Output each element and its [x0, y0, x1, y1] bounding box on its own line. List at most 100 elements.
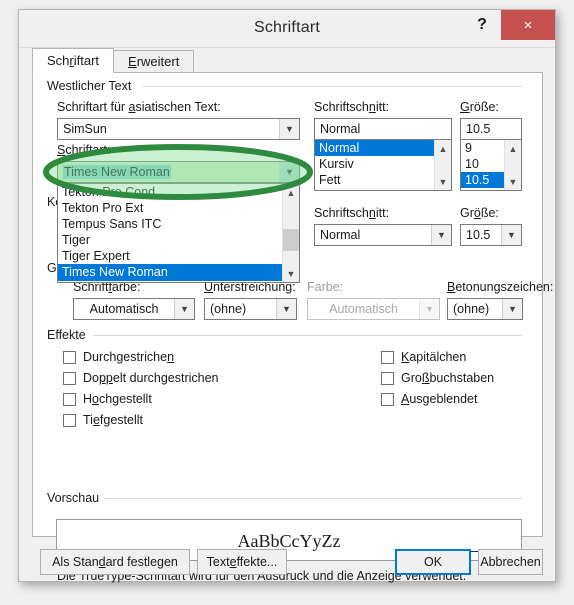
scroll-down-icon[interactable]: ▼ — [283, 265, 299, 282]
checkbox-durchgestrichen[interactable]: Durchgestrichen — [63, 350, 174, 364]
tab-schriftart-label: Schriftart — [47, 53, 100, 68]
style-list-item[interactable]: Kursiv — [315, 156, 434, 172]
checkbox-box[interactable] — [381, 350, 394, 364]
ok-button[interactable]: OK — [395, 549, 471, 575]
underline-value: (ohne) — [210, 302, 247, 316]
checkbox-label: Großbuchstaben — [401, 371, 495, 385]
asian-font-value: SimSun — [63, 122, 107, 136]
size-list-items: 9 10 10.5 — [461, 140, 504, 190]
chevron-down-icon[interactable]: ▼ — [431, 225, 451, 245]
scroll-up-icon[interactable]: ▲ — [435, 140, 451, 157]
emphasis-combo[interactable]: (ohne) ▼ — [447, 298, 523, 320]
checkbox-tiefgestellt[interactable]: Tiefgestellt — [63, 413, 143, 427]
font-dropdown-items: Tekton Pro Cond Tekton Pro Ext Tempus Sa… — [58, 184, 282, 282]
emphasis-value: (ohne) — [453, 302, 490, 316]
checkbox-label: Hochgestellt — [83, 392, 152, 406]
group-label-preview: Vorschau — [47, 491, 106, 505]
underline-combo[interactable]: (ohne) ▼ — [204, 298, 297, 320]
scroll-up-icon[interactable]: ▲ — [283, 184, 299, 201]
font-combo[interactable]: Times New Roman ▼ — [57, 161, 300, 183]
font-list-item[interactable]: Tekton Pro Ext — [58, 200, 282, 216]
set-default-button[interactable]: Als Standard festlegen — [40, 549, 190, 575]
close-button[interactable]: × — [501, 10, 555, 40]
chevron-down-icon[interactable]: ▼ — [174, 299, 194, 319]
style-listbox[interactable]: Normal Kursiv Fett ▲ ▼ — [314, 139, 452, 191]
style-combo-value: Normal — [320, 228, 361, 242]
checkbox-grossbuchstaben[interactable]: Großbuchstaben — [381, 371, 494, 385]
checkbox-box[interactable] — [63, 350, 76, 364]
checkbox-box[interactable] — [381, 392, 394, 406]
size-combo[interactable]: 10.5 ▼ — [460, 224, 522, 246]
font-list-item[interactable]: Tempus Sans ITC — [58, 216, 282, 232]
checkbox-label: Durchgestrichen — [83, 350, 175, 364]
size-list-item[interactable]: 10 — [461, 156, 504, 172]
scroll-down-icon[interactable]: ▼ — [505, 173, 521, 190]
font-dialog: Schriftart ? × Schriftart Erweitert West… — [18, 9, 556, 583]
chevron-down-icon[interactable]: ▼ — [501, 225, 521, 245]
checkbox-doppelt-durchgestrichen[interactable]: Doppelt durchgestrichen — [63, 371, 219, 385]
font-tab-panel: Westlicher Text Schriftart für asiatisch… — [32, 72, 553, 583]
underline-color-value: Automatisch — [329, 302, 398, 316]
style-list-scrollbar[interactable]: ▲ ▼ — [434, 140, 451, 190]
scrollbar-thumb[interactable] — [283, 229, 299, 251]
tab-erweitert-label: Erweitert — [128, 54, 180, 69]
font-combo-value: Times New Roman — [58, 162, 279, 182]
font-list-item[interactable]: Tiger — [58, 232, 282, 248]
help-button[interactable]: ? — [465, 10, 499, 40]
checkbox-box[interactable] — [63, 392, 76, 406]
style-list-item[interactable]: Normal — [315, 140, 434, 156]
font-dropdown-list[interactable]: Tekton Pro Cond Tekton Pro Ext Tempus Sa… — [57, 183, 300, 283]
checkbox-box[interactable] — [63, 371, 76, 385]
group-label-effects: Effekte — [47, 328, 92, 342]
font-combo-selected-text: Times New Roman — [63, 165, 171, 179]
size-list-scrollbar[interactable]: ▲ ▼ — [504, 140, 521, 190]
checkbox-hochgestellt[interactable]: Hochgestellt — [63, 392, 152, 406]
label-font: Schriftart: — [57, 143, 111, 157]
checkbox-label: Doppelt durchgestrichen — [83, 371, 219, 385]
set-default-label: Als Standard festlegen — [52, 555, 178, 569]
size-list-item[interactable]: 10.5 — [461, 172, 504, 188]
font-list-item[interactable]: Tiger Expert — [58, 248, 282, 264]
size-list-item[interactable]: 9 — [461, 140, 504, 156]
chevron-down-icon[interactable]: ▼ — [279, 162, 299, 182]
checkbox-label: Kapitälchen — [401, 350, 467, 364]
chevron-down-icon[interactable]: ▼ — [502, 299, 522, 319]
font-list-item[interactable]: Tekton Pro Cond — [58, 184, 282, 200]
title-bar: Schriftart ? × — [19, 10, 555, 48]
style-list-item[interactable]: Fett — [315, 172, 434, 188]
checkbox-kapitaelchen[interactable]: Kapitälchen — [381, 350, 466, 364]
font-list-scrollbar[interactable]: ▲ ▼ — [282, 184, 299, 282]
chevron-down-icon: ▼ — [419, 299, 439, 319]
group-label-western: Westlicher Text — [47, 79, 138, 93]
tab-schriftart[interactable]: Schriftart — [32, 48, 115, 73]
font-color-combo[interactable]: Automatisch ▼ — [73, 298, 195, 320]
style-combo[interactable]: Normal ▼ — [314, 224, 452, 246]
scroll-up-icon[interactable]: ▲ — [505, 140, 521, 157]
underline-color-combo: Automatisch ▼ — [307, 298, 440, 320]
scroll-down-icon[interactable]: ▼ — [435, 173, 451, 190]
label-size-bottom: Größe: — [460, 206, 499, 220]
asian-font-combo[interactable]: SimSun ▼ — [57, 118, 300, 140]
font-list-item[interactable]: Times New Roman — [58, 264, 282, 281]
checkbox-ausgeblendet[interactable]: Ausgeblendet — [381, 392, 477, 406]
label-style-bottom: Schriftschnitt: — [314, 206, 390, 220]
tab-erweitert[interactable]: Erweitert — [113, 50, 195, 73]
cancel-button[interactable]: Abbrechen — [478, 549, 543, 575]
style-textbox[interactable]: Normal — [314, 118, 452, 140]
size-combo-value: 10.5 — [466, 228, 491, 242]
chevron-down-icon[interactable]: ▼ — [276, 299, 296, 319]
style-list-items: Normal Kursiv Fett — [315, 140, 434, 190]
checkbox-box[interactable] — [63, 413, 76, 427]
size-listbox[interactable]: 9 10 10.5 ▲ ▼ — [460, 139, 522, 191]
text-effects-label: Texteffekte... — [206, 555, 278, 569]
checkbox-label: Tiefgestellt — [83, 413, 143, 427]
label-underline-color: Farbe: — [307, 280, 344, 294]
text-effects-button[interactable]: Texteffekte... — [197, 549, 287, 575]
group-rule-effects — [93, 335, 522, 336]
size-textbox[interactable]: 10.5 — [460, 118, 522, 140]
chevron-down-icon[interactable]: ▼ — [279, 119, 299, 139]
group-rule-preview — [105, 498, 522, 499]
label-emphasis: Betonungszeichen: — [447, 280, 554, 294]
checkbox-box[interactable] — [381, 371, 394, 385]
tab-strip: Schriftart Erweitert — [32, 48, 195, 73]
